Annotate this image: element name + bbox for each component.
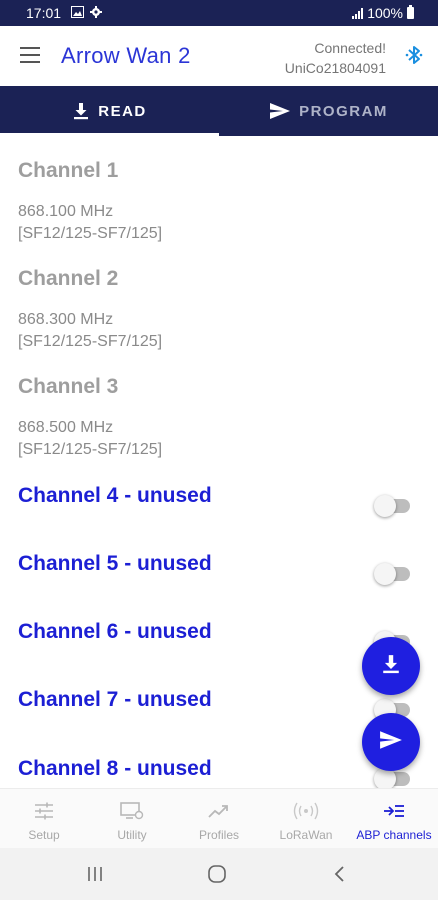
unused-channel-label[interactable]: Channel 8 - unused — [18, 757, 212, 781]
bluetooth-icon[interactable] — [403, 43, 425, 67]
recent-apps-button[interactable] — [80, 862, 110, 886]
monitor-settings-icon — [88, 801, 176, 823]
channel-5-toggle[interactable] — [374, 563, 410, 585]
send-icon — [269, 102, 291, 120]
channel-frequency: 868.500 MHz — [18, 419, 114, 436]
nav-lorawan[interactable]: LoRaWan — [262, 789, 350, 849]
channel-list[interactable]: Channel 1 868.100 MHz [SF12/125-SF7/125]… — [0, 136, 438, 788]
home-button[interactable] — [202, 862, 232, 886]
system-navigation-bar — [0, 848, 438, 900]
battery-icon — [407, 5, 414, 19]
toggle-knob — [374, 563, 396, 585]
bottom-navigation: Setup Utility Profiles LoRaWan ABP chann… — [0, 788, 438, 848]
send-icon — [379, 730, 403, 755]
channel-datarate: [SF12/125-SF7/125] — [18, 225, 163, 242]
channel-datarate: [SF12/125-SF7/125] — [18, 441, 163, 458]
nav-profiles[interactable]: Profiles — [175, 789, 263, 849]
toggle-knob — [374, 768, 396, 788]
download-icon — [381, 654, 401, 679]
unused-channel-label[interactable]: Channel 5 - unused — [18, 552, 212, 576]
toggle-knob — [374, 495, 396, 517]
download-icon — [72, 102, 90, 120]
app-title: Arrow Wan 2 — [61, 43, 191, 68]
channel-4-toggle[interactable] — [374, 495, 410, 517]
status-time: 17:01 — [26, 5, 62, 21]
program-fab-button[interactable] — [362, 713, 420, 771]
signal-icon — [352, 7, 364, 19]
channel-frequency: 868.100 MHz — [18, 203, 114, 220]
unused-channel-label[interactable]: Channel 6 - unused — [18, 620, 212, 644]
menu-icon[interactable] — [20, 47, 40, 63]
tab-read-label: READ — [98, 102, 147, 120]
nav-label: Profiles — [198, 828, 239, 842]
tab-read[interactable]: READ — [0, 86, 219, 136]
app-bar: Arrow Wan 2 Connected! UniCo21804091 — [0, 26, 438, 86]
device-id: UniCo21804091 — [284, 60, 386, 76]
arrow-list-icon — [350, 801, 438, 823]
home-icon — [208, 865, 226, 883]
nav-utility[interactable]: Utility — [88, 789, 176, 849]
tab-bar: READ PROGRAM — [0, 86, 438, 136]
unused-channel-label[interactable]: Channel 4 - unused — [18, 484, 212, 508]
back-icon — [334, 866, 344, 882]
nav-label: ABP channels — [356, 828, 432, 842]
channel-title: Channel 1 — [18, 159, 119, 182]
channel-frequency: 868.300 MHz — [18, 311, 114, 328]
gallery-notification-icon — [71, 5, 84, 21]
tab-program-label: PROGRAM — [299, 102, 388, 120]
nav-setup[interactable]: Setup — [0, 789, 88, 849]
battery-label: 100% — [367, 5, 403, 21]
status-right: 100% — [352, 5, 414, 21]
nav-label: Setup — [28, 828, 60, 842]
status-notification-icons — [71, 5, 102, 21]
read-fab-button[interactable] — [362, 637, 420, 695]
channel-title: Channel 3 — [18, 375, 119, 398]
back-button[interactable] — [325, 862, 355, 886]
nav-label: LoRaWan — [279, 828, 333, 842]
channel-title: Channel 2 — [18, 267, 119, 290]
channel-8-toggle[interactable] — [374, 768, 410, 788]
channel-datarate: [SF12/125-SF7/125] — [18, 333, 163, 350]
unused-channel-label[interactable]: Channel 7 - unused — [18, 688, 212, 712]
nav-abp-channels[interactable]: ABP channels — [350, 789, 438, 849]
tab-program[interactable]: PROGRAM — [219, 86, 438, 136]
status-bar: 17:01 100% — [0, 0, 438, 26]
sliders-icon — [0, 801, 88, 823]
connection-status-text: Connected! — [314, 40, 386, 56]
radio-waves-icon — [262, 801, 350, 823]
nav-label: Utility — [117, 828, 147, 842]
settings-notification-icon — [90, 5, 102, 21]
connection-status: Connected! UniCo21804091 — [285, 38, 386, 78]
trending-icon — [175, 801, 263, 823]
recent-apps-icon — [88, 867, 102, 881]
